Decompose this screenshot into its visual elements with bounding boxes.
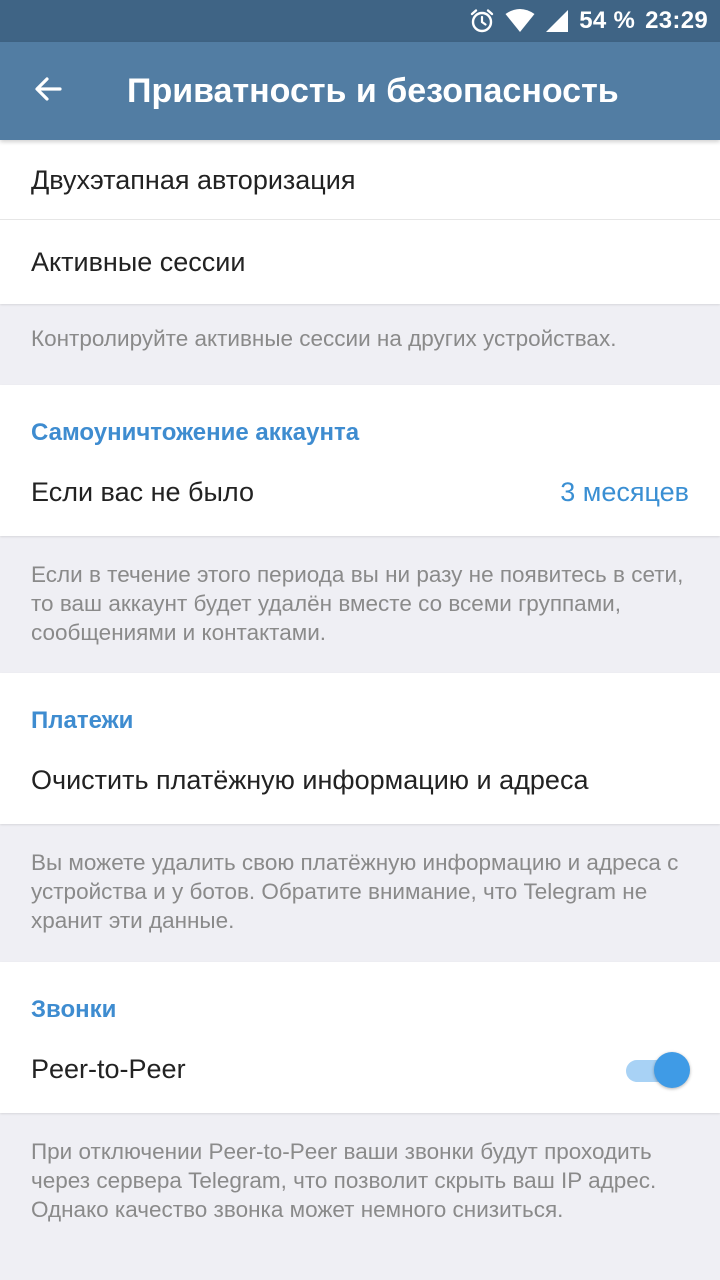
signal-icon [545,9,569,33]
page-title: Приватность и безопасность [127,72,619,110]
battery-level: 54 % [579,7,636,34]
alarm-icon [469,8,495,34]
calls-section: Звонки Peer-to-Peer [0,962,720,1113]
payments-header: Платежи [0,673,720,737]
security-section: Двухэтапная авторизация Активные сессии [0,140,720,304]
sessions-info: Контролируйте активные сессии на других … [31,326,617,351]
calls-header-label: Звонки [31,996,117,1023]
status-icons: 54 % 23:29 [469,0,708,42]
payments-header-label: Платежи [31,707,134,734]
wifi-icon [505,9,535,33]
if-away-item[interactable]: Если вас не было 3 месяцев [0,449,720,536]
peer-to-peer-toggle[interactable] [624,1050,690,1090]
back-button[interactable] [26,69,70,113]
two-step-auth-label: Двухэтапная авторизация [31,164,356,195]
clear-payment-info-item[interactable]: Очистить платёжную информацию и адреса [0,737,720,824]
active-sessions-label: Активные сессии [31,246,246,277]
calls-header: Звонки [0,962,720,1026]
if-away-value: 3 месяцев [560,477,689,507]
payments-section: Платежи Очистить платёжную информацию и … [0,673,720,824]
self-destruct-info: Если в течение этого периода вы ни разу … [31,562,684,645]
two-step-auth-item[interactable]: Двухэтапная авторизация [0,140,720,220]
clear-payment-info-label: Очистить платёжную информацию и адреса [31,765,589,795]
if-away-label: Если вас не было [31,477,254,507]
app-bar: Приватность и безопасность [0,42,720,140]
status-bar: 54 % 23:29 [0,0,720,42]
peer-to-peer-label: Peer-to-Peer [31,1054,186,1084]
clock: 23:29 [645,7,708,34]
self-destruct-section: Самоуничтожение аккаунта Если вас не был… [0,385,720,536]
settings-list: Двухэтапная авторизация Активные сессии … [0,140,720,1263]
active-sessions-item[interactable]: Активные сессии [0,220,720,304]
calls-info: При отключении Peer-to-Peer ваши звонки … [31,1139,657,1222]
self-destruct-header: Самоуничтожение аккаунта [0,385,720,449]
arrow-left-icon [33,74,63,109]
self-destruct-header-label: Самоуничтожение аккаунта [31,419,360,446]
toggle-thumb [654,1051,690,1088]
payments-info: Вы можете удалить свою платёжную информа… [31,850,679,933]
peer-to-peer-item[interactable]: Peer-to-Peer [0,1026,720,1113]
